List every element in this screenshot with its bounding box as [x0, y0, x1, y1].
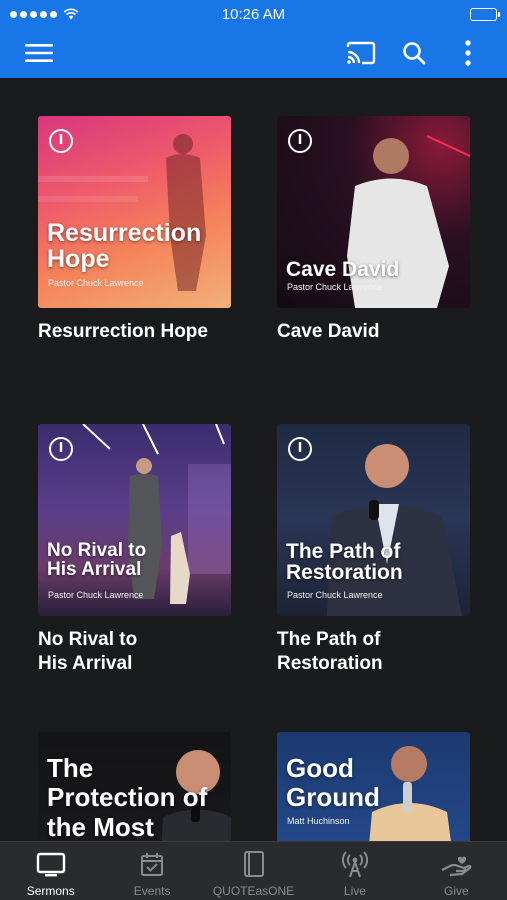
tab-label: QUOTEasONE	[212, 884, 295, 898]
tab-label: Events	[133, 884, 171, 898]
sermon-title: Resurrection Hope	[38, 321, 208, 342]
thumbnail-speaker: Pastor Chuck Lawrence	[287, 282, 383, 292]
thumbnail-title: Resurrection Hope	[47, 219, 202, 273]
tab-bar: Sermons Events QUOTEasONE Live Give	[0, 841, 507, 900]
search-button[interactable]	[397, 36, 431, 70]
cast-icon	[346, 41, 376, 65]
tab-give[interactable]: Give	[406, 842, 507, 900]
sermon-title: The Path of Restoration	[277, 629, 383, 674]
thumbnail-title: The Path of Restoration	[286, 540, 403, 585]
thumbnail-title: No Rival to His Arrival	[47, 540, 147, 581]
thumbnail-speaker: Matt Huchinson	[287, 816, 350, 826]
sermon-thumbnail: No Rival to His Arrival Pastor Chuck Law…	[38, 424, 231, 616]
sermon-card[interactable]: Resurrection Hope Pastor Chuck Lawrence …	[38, 116, 231, 344]
tab-label: Give	[443, 884, 469, 898]
sermon-thumbnail: The Path of Restoration Pastor Chuck Law…	[277, 424, 470, 616]
calendar-check-icon	[141, 853, 164, 876]
search-icon	[403, 42, 426, 65]
tv-icon	[36, 852, 65, 877]
tab-live[interactable]: Live	[304, 842, 405, 900]
thumbnail-speaker: Pastor Chuck Lawrence	[287, 590, 383, 600]
thumbnail-title: The Protection of the Most	[47, 753, 208, 841]
sermon-thumbnail: Good Ground Matt Huchinson	[277, 732, 470, 841]
giving-hand-icon	[441, 856, 472, 877]
signal-strength-icon	[10, 10, 57, 18]
info-icon[interactable]	[48, 436, 74, 462]
app-bar	[0, 28, 507, 78]
thumbnail-speaker: Pastor Chuck Lawrence	[48, 590, 144, 600]
more-options-button[interactable]	[451, 36, 485, 70]
sermon-card[interactable]: The Path of Restoration Pastor Chuck Law…	[277, 424, 470, 675]
info-icon[interactable]	[48, 128, 74, 154]
sermon-card[interactable]: Cave David Pastor Chuck Lawrence Cave Da…	[277, 116, 470, 344]
info-icon[interactable]	[287, 128, 313, 154]
tab-label: Sermons	[26, 884, 75, 898]
sermon-card[interactable]: No Rival to His Arrival Pastor Chuck Law…	[38, 424, 231, 675]
sermon-thumbnail: The Protection of the Most	[38, 732, 231, 841]
more-vertical-icon	[465, 40, 471, 66]
battery-icon	[470, 7, 500, 21]
tab-label: Live	[343, 884, 366, 898]
tablet-icon	[243, 851, 264, 877]
sermon-thumbnail: Cave David Pastor Chuck Lawrence	[277, 116, 470, 308]
sermon-card[interactable]: The Protection of the Most	[38, 732, 231, 841]
thumbnail-title: Cave David	[286, 258, 400, 281]
sermon-thumbnail: Resurrection Hope Pastor Chuck Lawrence	[38, 116, 231, 308]
sermon-grid: Resurrection Hope Pastor Chuck Lawrence …	[0, 78, 507, 841]
sermon-title: No Rival to His Arrival	[38, 629, 138, 674]
thumbnail-speaker: Pastor Chuck Lawrence	[48, 278, 144, 288]
hamburger-menu-icon	[25, 44, 53, 62]
sermon-card[interactable]: Good Ground Matt Huchinson	[277, 732, 470, 841]
info-icon[interactable]	[287, 436, 313, 462]
broadcast-antenna-icon	[341, 851, 368, 878]
tab-sermons[interactable]: Sermons	[0, 842, 101, 900]
thumbnail-title: Good Ground	[286, 753, 380, 813]
menu-button[interactable]	[22, 36, 56, 70]
tab-quoteasone[interactable]: QUOTEasONE	[203, 842, 304, 900]
status-left	[10, 8, 79, 20]
sermon-title: Cave David	[277, 321, 380, 342]
cast-button[interactable]	[344, 36, 378, 70]
wifi-icon	[63, 8, 79, 20]
status-bar: 10:26 AM	[0, 0, 507, 28]
tab-events[interactable]: Events	[101, 842, 202, 900]
